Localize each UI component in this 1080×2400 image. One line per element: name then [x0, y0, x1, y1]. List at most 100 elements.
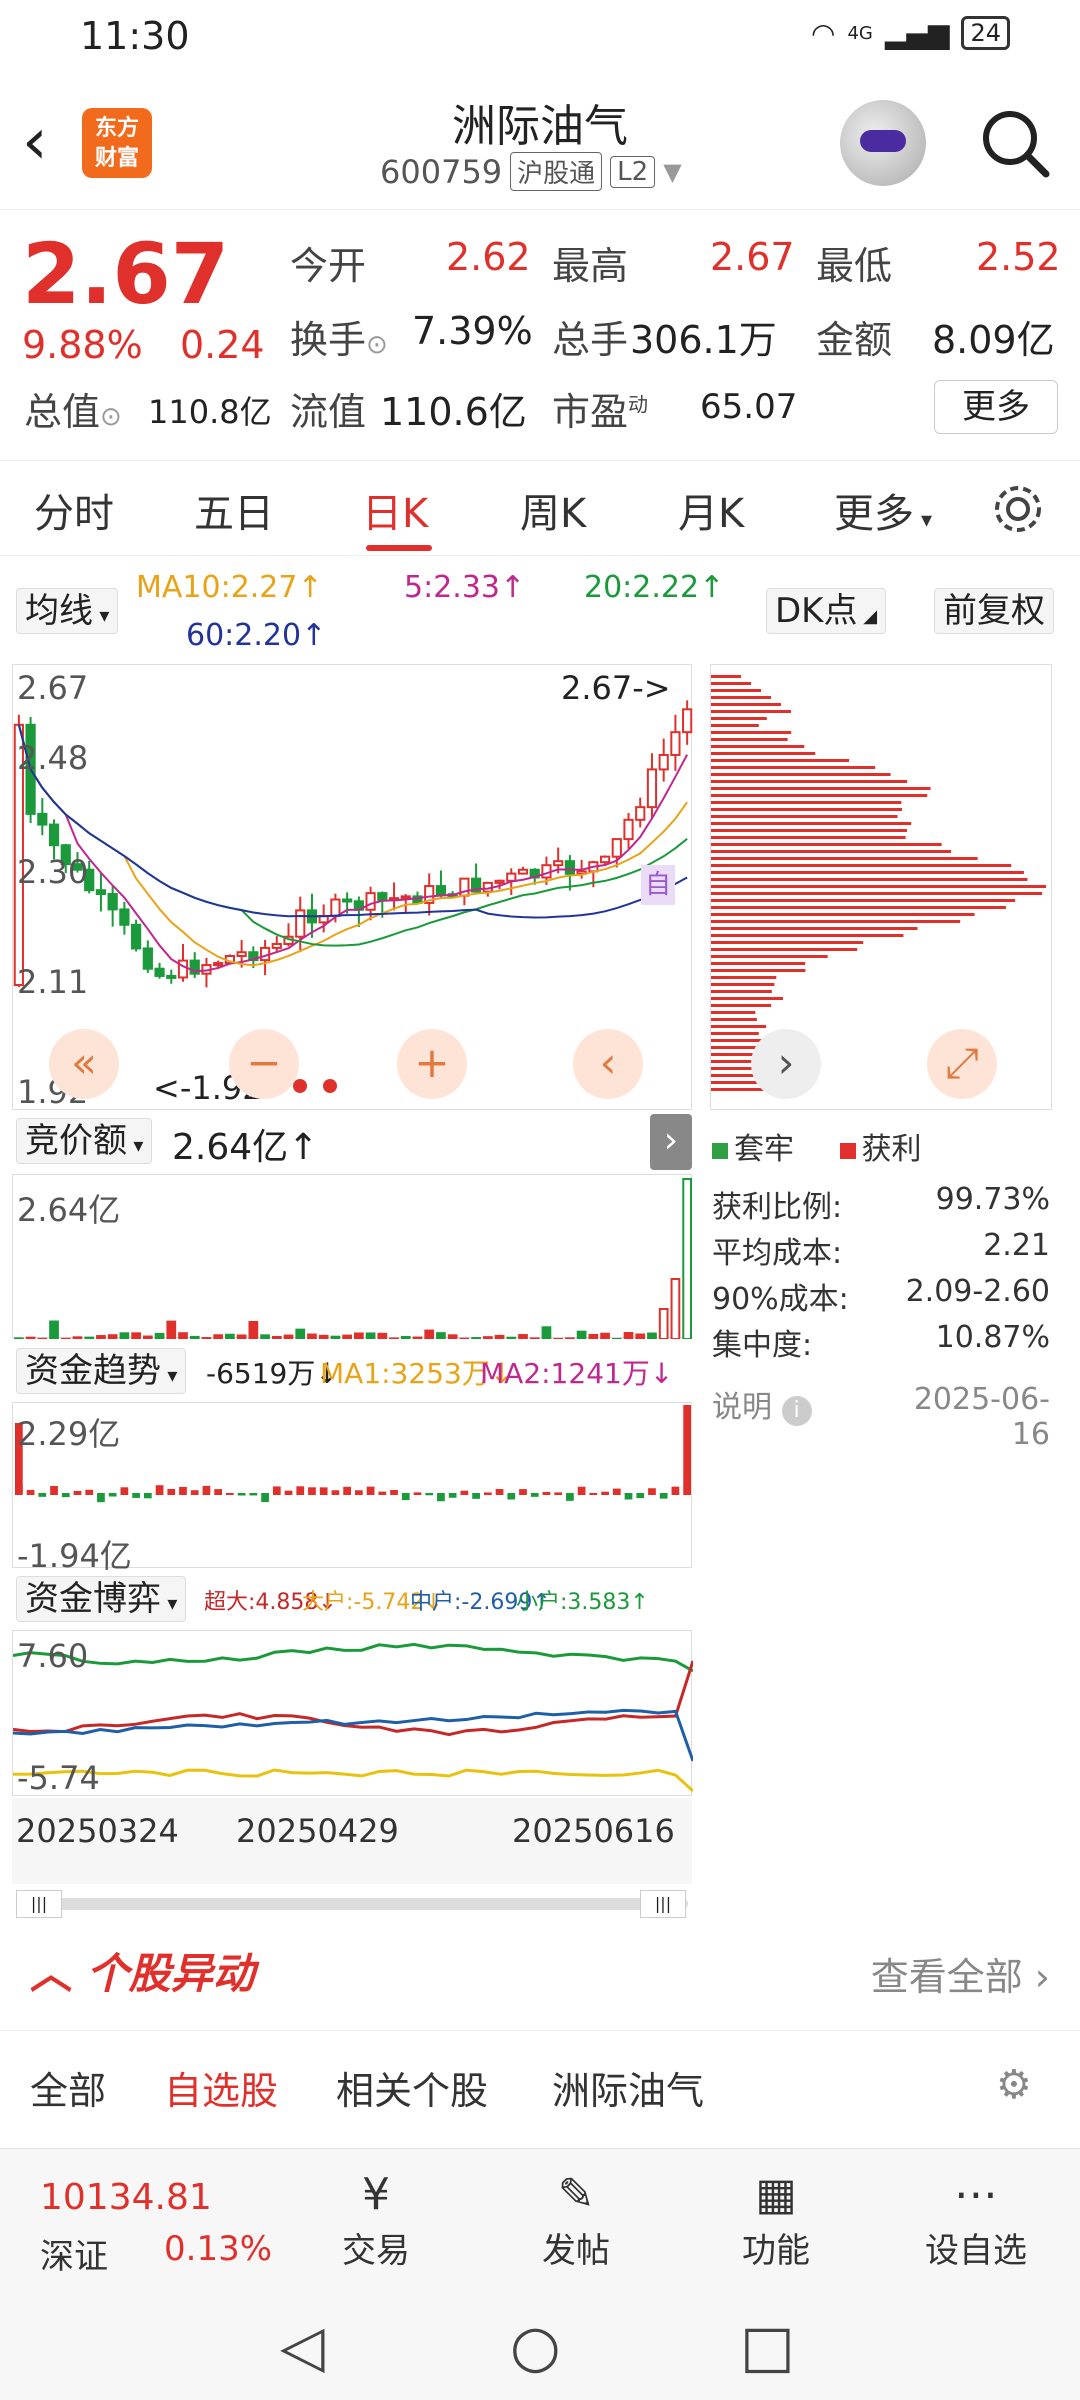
trend-bar — [507, 1493, 516, 1500]
expand-icon[interactable]: ⤢ — [927, 1029, 997, 1099]
candle-body — [564, 860, 575, 875]
auction-selector[interactable]: 竞价额 ▾ — [16, 1118, 153, 1164]
trade-icon: ¥ — [362, 2169, 390, 2220]
range-handle-right[interactable]: ||| — [640, 1890, 686, 1918]
trend-bar — [542, 1491, 551, 1495]
capital-trend-chart[interactable]: 2.29亿 -1.94亿 — [12, 1402, 692, 1575]
ma-line — [17, 724, 688, 967]
candle-body — [107, 893, 118, 911]
stock-code-row[interactable]: 600759 沪股通 L2 ▼ — [380, 152, 682, 191]
search-icon[interactable] — [976, 104, 1056, 184]
alerts-tab-all[interactable]: 全部 — [30, 2060, 106, 2115]
chip-bar — [711, 689, 761, 692]
candle-body — [611, 838, 622, 858]
capital-trend-value: -6519万↓ — [206, 1357, 339, 1390]
tab-intraday[interactable]: 分时 — [34, 481, 114, 539]
candle-body — [517, 868, 529, 875]
index-name[interactable]: 深证 — [40, 2229, 108, 2278]
alerts-settings-icon[interactable]: ⚙ — [996, 2062, 1032, 2108]
expand-panel-arrow-icon[interactable]: › — [650, 1114, 692, 1170]
chip-bar — [711, 892, 1043, 895]
concentration-label: 集中度: — [712, 1328, 813, 1363]
scroll-left-fast-icon[interactable]: « — [49, 1029, 119, 1099]
nav-post[interactable]: ✎ 发帖 — [506, 2167, 646, 2272]
system-nav-bar: ◁ ○ □ — [0, 2282, 1080, 2400]
float-cap-value: 110.6亿 — [380, 390, 527, 434]
settings-gear-icon[interactable] — [990, 481, 1046, 537]
trend-axis-top: 2.29亿 — [17, 1415, 121, 1453]
alerts-tab-related[interactable]: 相关个股 — [336, 2060, 488, 2115]
candle-body — [623, 818, 634, 841]
next-arrow-icon[interactable]: › — [751, 1029, 821, 1099]
trend-bar — [214, 1489, 223, 1495]
trend-bar — [683, 1405, 691, 1493]
view-all-link[interactable]: 查看全部 › — [871, 1946, 1050, 2001]
chip-bar — [711, 703, 781, 706]
trend-bar — [554, 1492, 563, 1495]
system-home-icon[interactable]: ○ — [510, 2312, 561, 2380]
chip-bar — [711, 710, 791, 713]
trend-bar — [460, 1490, 469, 1495]
profit-ratio-value: 99.73% — [935, 1182, 1050, 1217]
ma-selector[interactable]: 均线 ▾ — [16, 588, 119, 634]
trend-bar — [378, 1491, 387, 1495]
dk-point-selector[interactable]: DK点 ◢ — [766, 588, 887, 634]
index-value[interactable]: 10134.81 — [40, 2177, 212, 2218]
nav-trade[interactable]: ¥ 交易 — [306, 2167, 446, 2272]
chip-bar — [711, 1060, 752, 1063]
capital-game-selector[interactable]: 资金博弈 ▾ — [16, 1576, 187, 1622]
capital-trend-selector[interactable]: 资金趋势 ▾ — [16, 1348, 187, 1394]
candle-body — [541, 864, 552, 879]
alerts-tab-watchlist[interactable]: 自选股 — [164, 2060, 278, 2115]
tab-more[interactable]: 更多 ▾ — [834, 481, 932, 539]
auction-bar — [389, 1337, 399, 1339]
range-handle-left[interactable]: ||| — [16, 1890, 62, 1918]
zoom-in-icon[interactable]: + — [397, 1029, 467, 1099]
index-percent[interactable]: 0.13% — [164, 2229, 272, 2269]
chip-bar — [711, 794, 928, 797]
chip-note-link[interactable]: 说明 i — [712, 1382, 812, 1426]
tab-weekly-k[interactable]: 周K — [520, 481, 586, 539]
alerts-tab-stock[interactable]: 洲际油气 — [552, 2060, 704, 2115]
trend-bar — [190, 1490, 199, 1495]
concentration-value: 10.87% — [935, 1320, 1050, 1355]
stock-header: ‹ 东方 财富 洲际油气 600759 沪股通 L2 ▼ — [0, 80, 1080, 210]
stock-code: 600759 — [380, 152, 503, 191]
assistant-robot-icon[interactable] — [840, 100, 926, 186]
capital-game-chart[interactable]: 7.60 -5.74 — [12, 1630, 693, 1797]
auction-bar — [600, 1332, 610, 1339]
auction-bar — [119, 1332, 130, 1339]
game-axis-top: 7.60 — [17, 1637, 89, 1675]
candle-body — [177, 959, 189, 979]
capital-trend-ma2: MA2:1241万↓ — [480, 1357, 674, 1390]
tab-daily-k[interactable]: 日K — [362, 481, 428, 539]
auction-bar — [400, 1335, 411, 1339]
trend-bar — [296, 1486, 305, 1495]
more-button[interactable]: 更多 — [934, 380, 1058, 434]
auction-chart[interactable]: 2.64亿 — [12, 1174, 693, 1339]
tab-monthly-k[interactable]: 月K — [678, 481, 744, 539]
chip-bar — [711, 885, 1046, 888]
auction-bar — [482, 1336, 493, 1339]
chip-bar — [711, 871, 1024, 874]
nav-add-watchlist[interactable]: ⋯ 设自选 — [906, 2167, 1046, 2272]
range-scrollbar[interactable] — [16, 1898, 688, 1910]
chip-bar — [711, 808, 903, 811]
chip-distribution-chart[interactable]: › ⤢ — [710, 664, 1052, 1110]
zoom-out-icon[interactable]: − — [229, 1029, 299, 1099]
kline-chart[interactable]: 2.67 2.48 2.30 2.11 1.92 2.67-> <-1.92 自… — [12, 664, 693, 1111]
nav-functions[interactable]: ▦ 功能 — [706, 2167, 846, 2272]
system-back-icon[interactable]: ◁ — [280, 2312, 325, 2380]
adjust-selector[interactable]: 前复权 — [934, 588, 1054, 634]
amount-value: 8.09亿 — [932, 318, 1055, 362]
scroll-left-icon[interactable]: ‹ — [573, 1029, 643, 1099]
small-value: 小户:3.583↑ — [516, 1590, 649, 1615]
auction-bar — [670, 1278, 681, 1339]
chip-bar — [711, 717, 767, 720]
tab-five-day[interactable]: 五日 — [194, 481, 274, 539]
chip-bar — [711, 696, 771, 699]
system-recents-icon[interactable]: □ — [740, 2312, 795, 2380]
trend-bar — [437, 1493, 445, 1502]
open-value: 2.62 — [446, 235, 531, 279]
chip-bar — [711, 1067, 753, 1070]
